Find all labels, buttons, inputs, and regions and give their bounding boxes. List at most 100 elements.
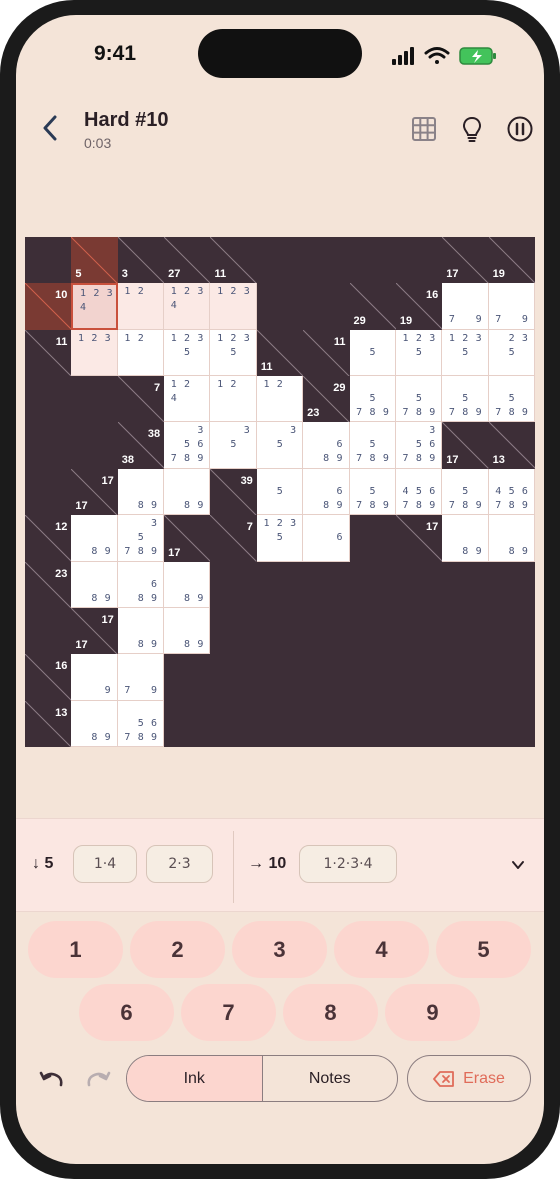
note-digit <box>273 406 286 420</box>
note-digit: 2 <box>91 332 98 344</box>
redo-icon[interactable] <box>86 1068 112 1090</box>
puzzle-cell[interactable]: 12 <box>117 283 165 330</box>
key-3[interactable]: 3 <box>232 921 327 978</box>
puzzle-cell[interactable]: 89 <box>164 561 211 608</box>
ink-mode-button[interactable]: Ink <box>127 1056 263 1101</box>
note-digit: 2 <box>93 288 100 300</box>
puzzle-cell[interactable]: 89 <box>442 515 489 562</box>
down-combo-2[interactable]: 2·3 <box>146 845 213 883</box>
puzzle-cell[interactable]: 89 <box>117 607 165 655</box>
puzzle-cell[interactable]: 1235 <box>210 329 257 377</box>
puzzle-cell[interactable]: 1235 <box>164 329 211 377</box>
puzzle-cell[interactable]: 5789 <box>349 376 396 423</box>
puzzle-cell[interactable]: 1235 <box>442 329 489 377</box>
back-chevron-icon[interactable] <box>38 113 62 143</box>
note-digit <box>213 452 226 466</box>
puzzle-cell[interactable]: 12 <box>117 329 165 377</box>
note-digit: 8 <box>137 592 144 604</box>
puzzle-cell[interactable]: 89 <box>71 515 118 562</box>
note-digit <box>306 424 319 438</box>
puzzle-cell[interactable]: 6 <box>303 515 350 562</box>
puzzle-cell[interactable]: 89 <box>488 515 535 562</box>
puzzle-cell[interactable]: 235 <box>488 329 535 377</box>
note-digit: 8 <box>369 407 376 419</box>
puzzle-cell[interactable]: 5789 <box>488 376 535 423</box>
lightbulb-icon[interactable] <box>458 115 486 143</box>
puzzle-cell[interactable]: 124 <box>164 376 211 423</box>
key-2[interactable]: 2 <box>130 921 225 978</box>
note-digit: 1 <box>448 332 455 344</box>
puzzle-cell[interactable]: 123 <box>71 329 118 377</box>
puzzle-cell[interactable]: 5789 <box>442 376 489 423</box>
note-digit <box>194 624 207 638</box>
note-digit <box>286 406 299 420</box>
puzzle-cell[interactable]: 5789 <box>442 468 489 516</box>
puzzle-cell[interactable]: 689 <box>303 468 350 516</box>
puzzle-cell[interactable]: 123 4 <box>164 283 211 330</box>
note-digit <box>286 545 299 559</box>
puzzle-cell[interactable]: 79 <box>117 654 165 701</box>
puzzle-cell[interactable]: 689 <box>117 561 165 608</box>
key-7[interactable]: 7 <box>181 984 276 1041</box>
puzzle-cell[interactable]: 35789 <box>117 515 165 562</box>
note-digit: 8 <box>415 407 422 419</box>
puzzle-cell[interactable]: 35 <box>256 422 304 469</box>
note-digit <box>147 471 160 485</box>
clue-cell: 7 <box>117 376 165 423</box>
puzzle-cell[interactable]: 1235 <box>256 515 304 562</box>
note-digit: 1 <box>402 332 409 344</box>
puzzle-cell[interactable]: 456 789 <box>395 468 443 516</box>
note-digit <box>180 564 193 578</box>
puzzle-cell[interactable]: 12 <box>210 376 257 423</box>
note-digit <box>260 499 273 513</box>
puzzle-cell[interactable]: 356 789 <box>164 422 211 469</box>
notes-mode-button[interactable]: Notes <box>263 1056 398 1101</box>
puzzle-cell[interactable]: 89 <box>117 468 165 516</box>
note-digit <box>399 346 412 360</box>
note-digit <box>121 517 134 531</box>
puzzle-cell[interactable]: 9 <box>71 654 118 701</box>
pause-icon[interactable] <box>506 115 534 143</box>
puzzle-cell[interactable]: 89 <box>164 468 211 516</box>
puzzle-cell[interactable]: 56 789 <box>117 700 165 747</box>
puzzle-cell[interactable]: 12 <box>256 376 304 423</box>
key-5[interactable]: 5 <box>436 921 531 978</box>
chevron-down-icon[interactable] <box>510 857 526 873</box>
key-9[interactable]: 9 <box>385 984 480 1041</box>
puzzle-cell[interactable]: 356 789 <box>395 422 443 469</box>
down-combo-1[interactable]: 1·4 <box>73 845 137 883</box>
erase-button[interactable]: Erase <box>407 1055 531 1102</box>
note-digit <box>227 452 240 466</box>
note-digit <box>379 360 392 374</box>
puzzle-cell[interactable]: 89 <box>71 561 118 608</box>
puzzle-cell[interactable]: 89 <box>71 700 118 747</box>
puzzle-cell[interactable]: 35 <box>210 422 257 469</box>
note-digit <box>134 485 147 499</box>
puzzle-cell[interactable]: 5789 <box>395 376 443 423</box>
note-digit <box>180 299 193 313</box>
puzzle-cell[interactable]: 123 <box>210 283 257 330</box>
puzzle-cell[interactable]: 5 <box>349 329 396 377</box>
key-6[interactable]: 6 <box>79 984 174 1041</box>
key-1[interactable]: 1 <box>28 921 123 978</box>
puzzle-cell[interactable]: 5789 <box>349 422 396 469</box>
grid-icon[interactable] <box>410 115 438 143</box>
note-digit <box>147 360 160 374</box>
note-digit <box>472 346 485 360</box>
status-icons <box>392 47 496 65</box>
puzzle-cell[interactable]: 79 <box>488 283 535 330</box>
puzzle-cell[interactable]: 5 <box>256 468 304 516</box>
puzzle-cell[interactable]: 1235 <box>395 329 443 377</box>
note-digit <box>167 578 180 592</box>
puzzle-cell[interactable]: 89 <box>164 607 211 655</box>
key-8[interactable]: 8 <box>283 984 378 1041</box>
puzzle-cell[interactable]: 456 789 <box>488 468 535 516</box>
puzzle-cell[interactable]: 5789 <box>349 468 396 516</box>
key-4[interactable]: 4 <box>334 921 429 978</box>
clue-cell: 16 <box>25 654 72 701</box>
puzzle-cell[interactable]: 79 <box>442 283 489 330</box>
right-combo-1[interactable]: 1·2·3·4 <box>299 845 397 883</box>
puzzle-cell[interactable]: 689 <box>303 422 350 469</box>
puzzle-cell[interactable]: 123 4 <box>71 283 118 330</box>
undo-icon[interactable] <box>38 1068 64 1090</box>
